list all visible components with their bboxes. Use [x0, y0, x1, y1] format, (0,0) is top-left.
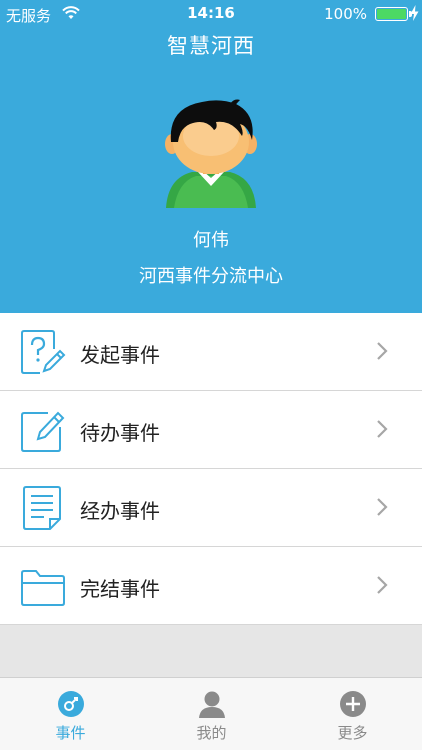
- chevron-right-icon: [377, 576, 388, 594]
- menu-item-label: 完结事件: [80, 577, 160, 601]
- tab-mine[interactable]: 我的: [141, 678, 282, 750]
- menu-item-label: 待办事件: [80, 421, 160, 445]
- tab-label: 更多: [337, 724, 368, 742]
- chevron-right-icon: [377, 498, 388, 516]
- chevron-right-icon: [377, 420, 388, 438]
- menu-item-completed-event[interactable]: 完结事件: [0, 547, 422, 625]
- menu-item-handled-event[interactable]: 经办事件: [0, 469, 422, 547]
- tab-label: 事件: [55, 724, 86, 742]
- status-bar: 无服务 14:16 100%: [0, 0, 422, 28]
- event-icon: [58, 691, 84, 717]
- folder-icon: [21, 570, 65, 606]
- user-name: 何伟: [193, 230, 229, 251]
- tab-label: 我的: [196, 724, 227, 742]
- charging-bolt-icon: [410, 5, 419, 21]
- tab-events[interactable]: 事件: [0, 678, 141, 750]
- avatar[interactable]: [160, 98, 262, 208]
- plus-circle-icon: [340, 691, 366, 717]
- menu-item-label: 经办事件: [80, 499, 160, 523]
- question-edit-icon: [21, 330, 66, 374]
- menu-item-initiate-event[interactable]: 发起事件: [0, 313, 422, 391]
- battery-percent: 100%: [324, 5, 367, 23]
- chevron-right-icon: [377, 342, 388, 360]
- menu-item-label: 发起事件: [80, 343, 160, 367]
- tab-more[interactable]: 更多: [282, 678, 422, 750]
- document-icon: [23, 486, 61, 530]
- user-organization: 河西事件分流中心: [139, 266, 283, 287]
- app-title: 智慧河西: [167, 34, 255, 58]
- menu-item-pending-event[interactable]: 待办事件: [0, 391, 422, 469]
- battery-fill: [377, 9, 406, 19]
- profile-header: 无服务 14:16 100% 智慧河西 何伟 河西事件分流中心: [0, 0, 422, 313]
- edit-box-icon: [21, 411, 65, 452]
- person-icon: [199, 691, 225, 718]
- event-menu: 发起事件 待办事件 经办事件 完结事件: [0, 313, 422, 625]
- battery-icon: [375, 7, 412, 21]
- tab-bar: 事件 我的 更多: [0, 677, 422, 750]
